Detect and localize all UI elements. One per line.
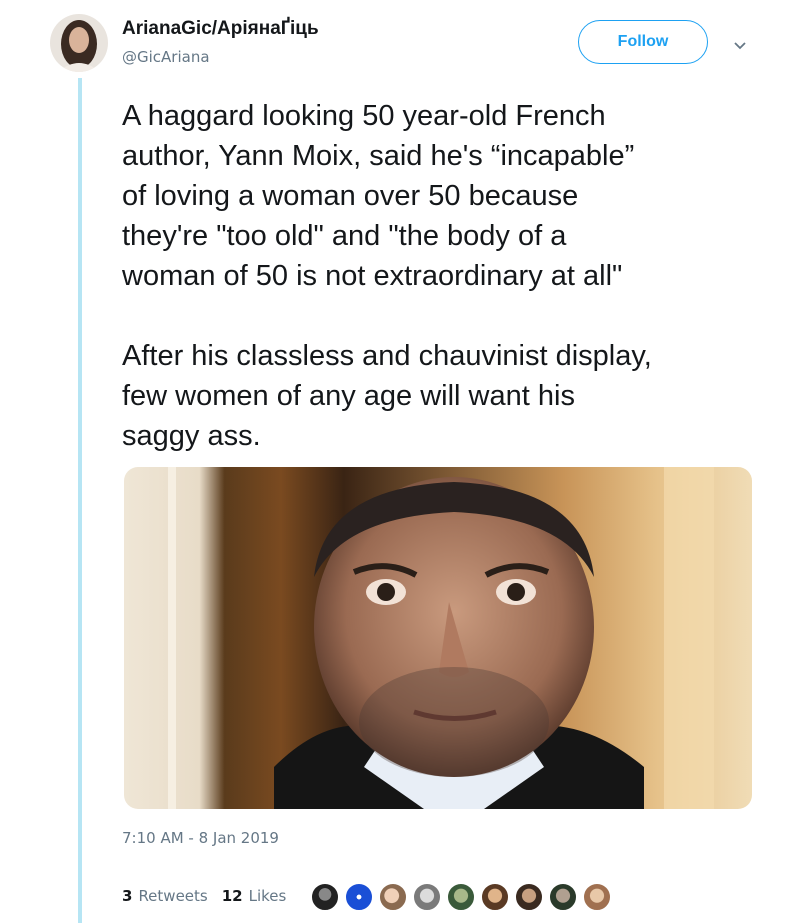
- liker-avatar[interactable]: [514, 882, 544, 912]
- chevron-down-icon[interactable]: [733, 38, 747, 52]
- likes-label: Likes: [248, 887, 287, 905]
- retweets-stat[interactable]: 3 Retweets: [122, 887, 208, 905]
- liker-avatars: [310, 880, 616, 914]
- thread-line: [78, 78, 82, 923]
- liker-avatar[interactable]: [582, 882, 612, 912]
- avatar[interactable]: [50, 14, 108, 72]
- tweet-photo[interactable]: [124, 467, 752, 809]
- liker-avatar[interactable]: [480, 882, 510, 912]
- display-name[interactable]: ArianaGic/АріянаҐіць: [122, 18, 319, 40]
- liker-avatar[interactable]: [412, 882, 442, 912]
- handle[interactable]: @GicAriana: [122, 48, 210, 66]
- liker-avatar[interactable]: [310, 882, 340, 912]
- likes-stat[interactable]: 12 Likes: [222, 887, 287, 905]
- liker-avatar[interactable]: [378, 882, 408, 912]
- tweet-paragraph: After his classless and chauvinist displ…: [122, 340, 652, 452]
- liker-avatar[interactable]: [548, 882, 578, 912]
- follow-button[interactable]: Follow: [578, 20, 708, 64]
- likes-count: 12: [221, 887, 243, 905]
- liker-avatar[interactable]: [446, 882, 476, 912]
- tweet-stats: 3 Retweets 12 Likes: [122, 884, 286, 908]
- tweet-text: A haggard looking 50 year-old French aut…: [122, 96, 762, 456]
- retweets-count: 3: [122, 887, 133, 905]
- liker-avatar[interactable]: [344, 882, 374, 912]
- timestamp[interactable]: 7:10 AM - 8 Jan 2019: [122, 829, 279, 847]
- tweet-paragraph: A haggard looking 50 year-old French aut…: [122, 100, 635, 292]
- retweets-label: Retweets: [138, 887, 208, 905]
